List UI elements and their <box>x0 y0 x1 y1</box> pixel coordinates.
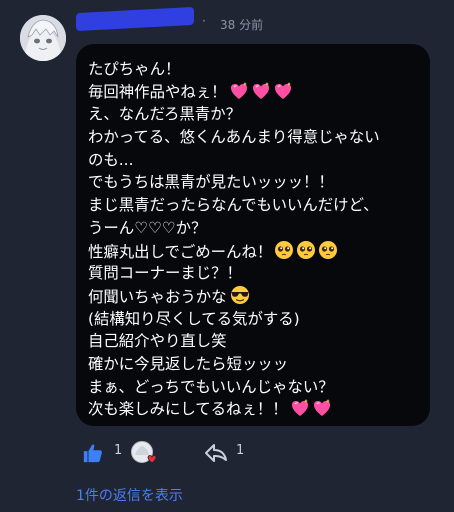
comment-line: 確かに今見返したら短ッッッ <box>88 353 420 376</box>
comment-line: え、なんだろ黒青か？ <box>88 103 420 126</box>
comment-line-text: 毎回神作品やねぇ！ <box>88 82 227 101</box>
sparkling-heart-icon <box>251 81 271 107</box>
sparkling-heart-icon <box>312 399 332 424</box>
comment-line: うーん♡♡♡か？ <box>88 217 420 240</box>
comment-line: 何聞いちゃおうかな <box>88 285 420 308</box>
comment-line-text: 質問コーナーまじ？！ <box>88 264 242 283</box>
pleading-face-icon <box>318 240 338 267</box>
comment-line-text: え、なんだろ黒青か？ <box>88 105 241 124</box>
comment-line-text: のも... <box>88 150 134 169</box>
comment-line-text: 確かに今見返したら短ッッッ <box>88 354 289 373</box>
comment-text: たぴちゃん！ 毎回神作品やねぇ！ え、なんだろ黒青か？ わかってる、悠くんあんまり得意… <box>88 58 420 421</box>
comment-line-text: たぴちゃん！ <box>88 60 181 78</box>
redacted-username <box>76 6 194 32</box>
retweet-icon[interactable] <box>204 442 228 468</box>
separator-dot: · <box>202 14 206 28</box>
comment-line: 自己紹介やり直し笑 <box>88 330 420 353</box>
creator-heart-icon <box>130 440 157 466</box>
comment-line-text: 次も楽しみにしてるねぇ！！ <box>88 400 288 419</box>
comment-line-text: まじ黒青だったらなんでもいいんだけど、 <box>88 196 379 215</box>
comment-line: 性癖丸出しでごめーんね！ <box>88 240 420 263</box>
sparkling-heart-icon <box>290 399 310 424</box>
action-bar: 1 1 <box>82 440 382 466</box>
pleading-face-icon <box>296 240 316 267</box>
retweet-count: 1 <box>236 443 245 458</box>
comment-line: でもうちは黒青が見たいッッッ！！ <box>88 171 420 194</box>
comment-line-text: 何聞いちゃおうかな <box>88 287 227 306</box>
comment-bubble: たぴちゃん！ 毎回神作品やねぇ！ え、なんだろ黒青か？ わかってる、悠くんあんまり得意… <box>76 44 430 426</box>
view-replies-link[interactable]: 1件の返信を表示 <box>76 485 183 505</box>
comment-line: 質問コーナーまじ？！ <box>88 262 420 285</box>
comment-line: 毎回神作品やねぇ！ <box>88 81 420 104</box>
comment-line-text: (結構知り尽くしてる気がする) <box>88 309 300 328</box>
comment-line-text: まぁ、どっちでもいいんじゃない？ <box>88 377 334 396</box>
comment-line: わかってる、悠くんあんまり得意じゃない <box>88 126 420 149</box>
post-time: 38 分前 <box>220 18 264 32</box>
comment-line-text: でもうちは黒青が見たいッッッ！！ <box>88 173 334 192</box>
comment-line: (結構知り尽くしてる気がする) <box>88 308 420 331</box>
like-count: 1 <box>114 443 123 458</box>
comment-line: 次も楽しみにしてるねぇ！！ <box>88 398 420 421</box>
thumbs-up-icon[interactable] <box>82 442 104 468</box>
comment-line: まじ黒青だったらなんでもいいんだけど、 <box>88 194 420 217</box>
user-avatar[interactable] <box>20 15 66 61</box>
comment-line-text: 性癖丸出しでごめーんね！ <box>88 242 273 261</box>
pleading-face-icon <box>274 240 294 267</box>
comment-line-text: わかってる、悠くんあんまり得意じゃない <box>88 128 380 147</box>
sparkling-heart-icon <box>273 81 293 107</box>
comment-line: のも... <box>88 149 420 172</box>
comment-line: たぴちゃん！ <box>88 58 420 81</box>
comment-line: まぁ、どっちでもいいんじゃない？ <box>88 376 420 399</box>
comment-line-text: 自己紹介やり直し笑 <box>88 332 227 351</box>
comment-line-text: うーん♡♡♡か？ <box>88 218 207 237</box>
